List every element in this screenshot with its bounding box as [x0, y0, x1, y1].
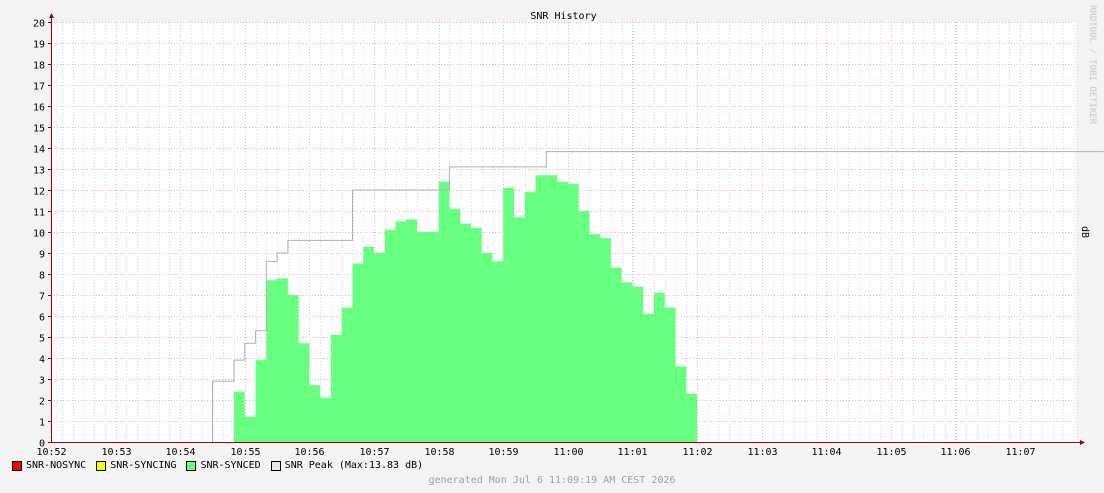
x-tick-label: 10:55: [230, 447, 260, 458]
snr-chart: 10:52 10:53 10:54 10:55 10:56 10:57 10:58 10:59…: [0, 0, 1104, 493]
y-tick-label: 20: [33, 19, 45, 30]
y-tick-label: 14: [33, 145, 45, 156]
x-tick-label: 11:06: [940, 447, 970, 458]
y-tick-label: 16: [33, 103, 45, 114]
legend-label-peak: SNR Peak: [284, 460, 333, 471]
x-tick-label: 11:01: [617, 447, 647, 458]
y-tick-label: 7: [39, 292, 45, 303]
y-tick-label: 1: [39, 418, 45, 429]
legend-swatch-nosync: [12, 460, 22, 471]
generated-timestamp: generated Mon Jul 6 11:09:19 AM CEST 202…: [428, 475, 676, 486]
legend-label-synced: SNR-SYNCED: [200, 460, 261, 471]
x-tick-label: 10:54: [165, 447, 195, 458]
legend-label-nosync: SNR-NOSYNC: [26, 460, 87, 471]
x-tick-label: 10:56: [294, 447, 324, 458]
x-tick-label: 10:59: [488, 447, 518, 458]
y-tick-label: 2: [39, 397, 45, 408]
legend-swatch-peak: [270, 460, 281, 471]
legend-item-peak: SNR Peak (Max:13.83 dB): [270, 460, 424, 471]
peak-max-note: (Max:13.83 dB): [338, 460, 424, 471]
y-tick-label: 5: [39, 334, 45, 345]
y-tick-label: 0: [39, 439, 45, 450]
x-tick-label: 11:02: [682, 447, 712, 458]
legend-label-syncing: SNR-SYNCING: [110, 460, 177, 471]
chart-title: SNR History: [530, 11, 596, 22]
x-tick-label: 11:05: [876, 447, 906, 458]
y-tick-label: 11: [33, 208, 45, 219]
x-tick-label: 11:07: [1005, 447, 1035, 458]
legend-item-syncing: SNR-SYNCING: [96, 460, 176, 471]
y-tick-label: 6: [39, 313, 45, 324]
y-tick-label: 4: [39, 355, 45, 366]
x-tick-label: 10:57: [359, 447, 389, 458]
y-axis-label: dB: [1079, 226, 1090, 238]
x-tick-label: 10:58: [424, 447, 454, 458]
rrdtool-watermark: RRDTOOL / TOBI OETIKER: [1087, 5, 1097, 125]
legend-swatch-syncing: [96, 460, 107, 471]
y-tick-label: 12: [33, 187, 45, 198]
legend-item-nosync: SNR-NOSYNC: [12, 460, 86, 471]
y-axis-arrow: [49, 13, 54, 18]
y-tick-label: 10: [33, 229, 45, 240]
legend: SNR-NOSYNC SNR-SYNCING SNR-SYNCED SNR Pe…: [12, 460, 433, 471]
y-tick-label: 19: [33, 40, 45, 51]
x-tick-label: 10:53: [101, 447, 131, 458]
y-tick-label: 15: [33, 124, 45, 135]
y-tick-label: 18: [33, 61, 45, 72]
y-tick-label: 3: [39, 376, 45, 387]
chart-svg: 10:52 10:53 10:54 10:55 10:56 10:57 10:58 10:59…: [33, 5, 1104, 458]
x-tick-label: 11:03: [747, 447, 777, 458]
y-tick-label: 9: [39, 250, 45, 261]
y-tick-label: 17: [33, 82, 45, 93]
x-tick-label: 11:04: [811, 447, 841, 458]
x-axis-arrow: [1080, 440, 1085, 445]
x-tick-label: 11:00: [553, 447, 583, 458]
legend-item-synced: SNR-SYNCED: [186, 460, 261, 471]
y-tick-label: 13: [33, 166, 45, 177]
legend-swatch-synced: [186, 460, 197, 471]
y-tick-label: 8: [39, 271, 45, 282]
